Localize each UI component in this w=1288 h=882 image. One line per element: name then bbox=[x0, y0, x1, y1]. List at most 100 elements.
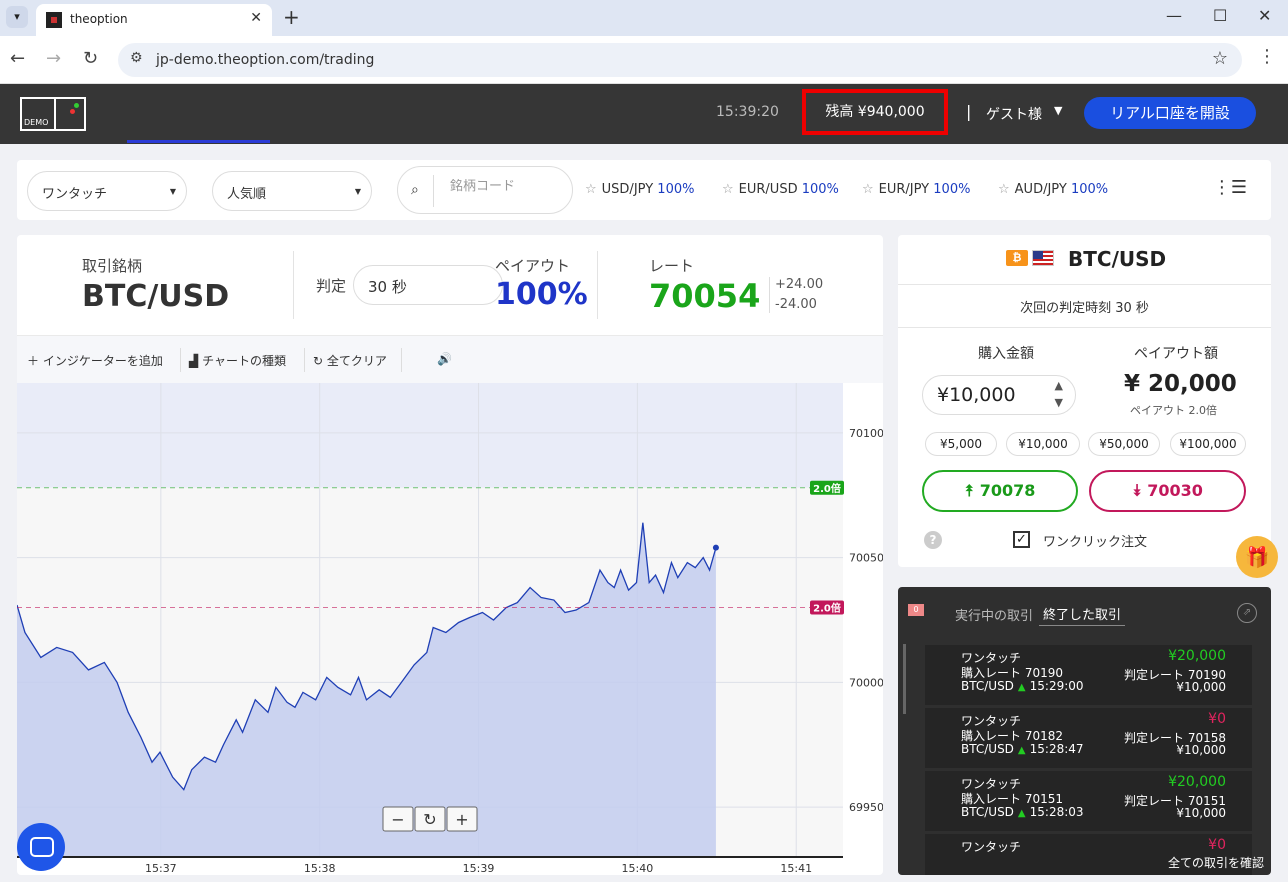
mode-select[interactable]: ワンタッチ ▼ bbox=[27, 171, 187, 211]
tab-list-icon[interactable]: ▾ bbox=[6, 6, 28, 28]
decrease-icon[interactable]: ▼ bbox=[1055, 396, 1063, 409]
forward-icon[interactable]: → bbox=[46, 48, 61, 69]
x-tick-label: 15:41 bbox=[780, 862, 812, 875]
y-tick-label: 70100 bbox=[849, 427, 883, 440]
browser-tabbar: ▾ theoption ✕ + — ☐ ✕ bbox=[0, 0, 1288, 36]
menu-icon[interactable]: ⋮☰ bbox=[1213, 177, 1247, 198]
one-click-label[interactable]: ワンクリック注文 bbox=[1043, 531, 1147, 550]
close-tab-icon[interactable]: ✕ bbox=[250, 10, 262, 26]
server-time: 15:39:20 bbox=[716, 104, 779, 120]
chat-icon[interactable] bbox=[17, 823, 65, 871]
us-flag-icon bbox=[1032, 250, 1055, 266]
sound-icon[interactable]: 🔊 bbox=[437, 352, 452, 366]
trade-row[interactable]: ワンタッチ 購入レート 70190 BTC/USD ▲ 15:29:00 ¥20,0… bbox=[925, 645, 1252, 705]
chevron-down-icon: ▼ bbox=[169, 187, 176, 196]
purchase-label: 購入金額 bbox=[978, 346, 1034, 362]
quick-amount-button[interactable]: ¥10,000 bbox=[1006, 432, 1080, 456]
y-tick-label: 70050 bbox=[849, 552, 883, 565]
judge-select[interactable]: 30 秒 bbox=[353, 265, 503, 305]
url-text[interactable]: jp-demo.theoption.com/trading bbox=[156, 52, 374, 68]
order-symbol: BTC/USD bbox=[1068, 247, 1167, 271]
quick-amount-button[interactable]: ¥5,000 bbox=[925, 432, 997, 456]
increase-icon[interactable]: ▲ bbox=[1055, 379, 1063, 392]
tab-closed-trades[interactable]: 終了した取引 bbox=[1039, 602, 1126, 626]
star-icon[interactable]: ☆ bbox=[722, 182, 734, 197]
star-icon[interactable]: ☆ bbox=[585, 182, 597, 197]
trade-row[interactable]: ワンタッチ 購入レート 70182 BTC/USD ▲ 15:28:47 ¥0 判定… bbox=[925, 708, 1252, 768]
zoom-in-button-label[interactable]: + bbox=[455, 810, 468, 829]
reload-icon[interactable]: ↻ bbox=[83, 48, 98, 69]
favorite-pair[interactable]: ☆ AUD/JPY 100% bbox=[998, 182, 1108, 197]
close-window-icon[interactable]: ✕ bbox=[1258, 6, 1271, 25]
chart-type-button[interactable]: ▟ チャートの種類 bbox=[189, 352, 286, 369]
up-button[interactable]: ⯭ 70078 bbox=[922, 470, 1078, 512]
rate-up: +24.00 bbox=[775, 277, 824, 292]
browser-menu-icon[interactable]: ⋮ bbox=[1258, 46, 1276, 67]
payout-amount-label: ペイアウト額 bbox=[1134, 346, 1218, 362]
demo-logo[interactable]: DEMO bbox=[20, 97, 86, 131]
minimize-icon[interactable]: — bbox=[1166, 6, 1182, 25]
y-tick-label: 70000 bbox=[849, 676, 883, 689]
price-chart[interactable]: 2.0倍 2.0倍 70100 70050 70000 69950 15:37 15:38 15… bbox=[17, 383, 883, 875]
star-icon[interactable]: ☆ bbox=[998, 182, 1010, 197]
clear-all-button[interactable]: ↻ 全てクリア bbox=[313, 352, 387, 369]
gift-icon[interactable]: 🎁 bbox=[1236, 536, 1278, 578]
upper-barrier-label: 2.0倍 bbox=[813, 482, 841, 495]
view-all-trades-link[interactable]: 全ての取引を確認 bbox=[1168, 854, 1264, 871]
favicon-icon bbox=[46, 12, 62, 28]
active-nav-underline bbox=[127, 140, 270, 143]
payout-multiplier: ペイアウト 2.0倍 bbox=[1130, 404, 1217, 417]
refresh-icon: ↻ bbox=[313, 354, 324, 368]
up-triangle-icon: ▲ bbox=[1017, 745, 1026, 756]
y-tick-label: 69950 bbox=[849, 801, 883, 814]
trade-result: ¥0 bbox=[1208, 837, 1226, 853]
balance-display: 残高 ¥940,000 bbox=[802, 89, 948, 135]
up-triangle-icon: ▲ bbox=[1017, 682, 1026, 693]
tab-active-trades[interactable]: 実行中の取引 bbox=[955, 605, 1033, 624]
help-icon[interactable]: ? bbox=[924, 531, 942, 549]
back-icon[interactable]: ← bbox=[10, 48, 25, 69]
down-button[interactable]: ⯯ 70030 bbox=[1089, 470, 1246, 512]
symbol-name: BTC/USD bbox=[82, 279, 230, 314]
add-indicator-button[interactable]: ＋ インジケーターを追加 bbox=[27, 352, 163, 369]
new-tab-icon[interactable]: + bbox=[283, 5, 300, 29]
header-separator: | bbox=[966, 102, 972, 121]
guest-menu[interactable]: ゲスト様 bbox=[986, 104, 1042, 124]
trade-count-badge: 0 bbox=[908, 604, 924, 616]
bitcoin-flag-icon: ₿ bbox=[1006, 250, 1028, 266]
favorite-pair[interactable]: ☆ EUR/JPY 100% bbox=[862, 182, 970, 197]
maximize-icon[interactable]: ☐ bbox=[1213, 6, 1227, 25]
symbol-label: 取引銘柄 bbox=[82, 257, 143, 275]
quick-amount-button[interactable]: ¥50,000 bbox=[1088, 432, 1160, 456]
pair-flags: ₿ bbox=[1006, 250, 1055, 266]
zoom-out-button-label[interactable]: − bbox=[391, 810, 404, 829]
judge-label: 判定 bbox=[316, 277, 347, 295]
filter-bar: ワンタッチ ▼ 人気順 ▼ ⌕ ☆USD/JPY 100% ☆EUR/USD 1… bbox=[17, 160, 1271, 220]
search-input[interactable] bbox=[450, 179, 565, 194]
amount-stepper[interactable]: ¥10,000 ▲ ▼ bbox=[922, 375, 1076, 415]
bookmark-star-icon[interactable]: ☆ bbox=[1212, 48, 1228, 69]
address-bar: ← → ↻ ⚙ jp-demo.theoption.com/trading ☆ … bbox=[0, 36, 1288, 84]
external-link-icon[interactable]: ⇗ bbox=[1237, 603, 1257, 623]
favorite-pair[interactable]: ☆ USD/JPY 100% bbox=[585, 182, 694, 197]
sort-select[interactable]: 人気順 ▼ bbox=[212, 171, 372, 211]
zoom-reset-button-label[interactable]: ↻ bbox=[423, 810, 436, 829]
trade-row[interactable]: ワンタッチ 購入レート 70151 BTC/USD ▲ 15:28:03 ¥20,0… bbox=[925, 771, 1252, 831]
url-box[interactable]: ⚙ jp-demo.theoption.com/trading ☆ bbox=[118, 43, 1242, 77]
browser-tab[interactable]: theoption ✕ bbox=[36, 4, 272, 36]
scrollbar[interactable] bbox=[903, 644, 906, 714]
favorite-pair[interactable]: ☆ EUR/USD 100% bbox=[722, 182, 839, 197]
one-click-checkbox[interactable]: ✓ bbox=[1013, 531, 1030, 548]
trades-panel: 0 実行中の取引 終了した取引 ⇗ ワンタッチ 購入レート 70190 BTC/… bbox=[898, 587, 1271, 875]
site-info-icon[interactable]: ⚙ bbox=[130, 50, 143, 66]
rate-label: レート bbox=[649, 257, 695, 275]
chevron-down-icon[interactable]: ▼ bbox=[1054, 104, 1062, 117]
quick-amount-button[interactable]: ¥100,000 bbox=[1170, 432, 1246, 456]
search-icon: ⌕ bbox=[411, 182, 419, 198]
upper-zone bbox=[17, 383, 843, 488]
star-icon[interactable]: ☆ bbox=[862, 182, 874, 197]
app-header: DEMO 15:39:20 残高 ¥940,000 | ゲスト様 ▼ リアル口座… bbox=[0, 84, 1288, 144]
x-tick-label: 15:38 bbox=[304, 862, 336, 875]
open-real-account-button[interactable]: リアル口座を開設 bbox=[1084, 97, 1256, 129]
symbol-search[interactable]: ⌕ bbox=[397, 166, 573, 214]
